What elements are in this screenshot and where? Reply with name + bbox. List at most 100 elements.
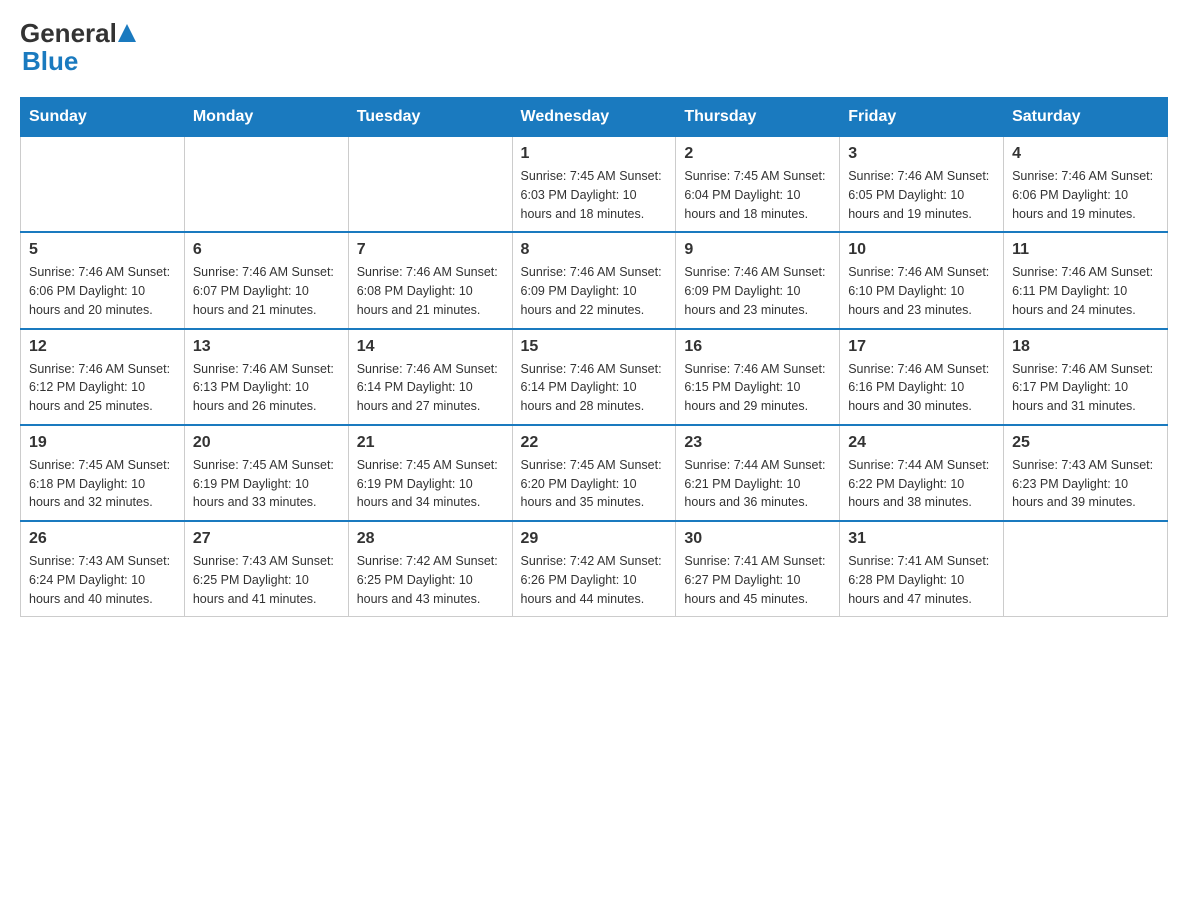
day-info: Sunrise: 7:46 AM Sunset: 6:05 PM Dayligh… bbox=[848, 167, 995, 223]
table-row: 9Sunrise: 7:46 AM Sunset: 6:09 PM Daylig… bbox=[676, 232, 840, 328]
day-info: Sunrise: 7:45 AM Sunset: 6:19 PM Dayligh… bbox=[357, 456, 504, 512]
day-number: 20 bbox=[193, 434, 340, 452]
table-row: 3 Sunrise: 7:46 AM Sunset: 6:05 PM Daylig… bbox=[840, 137, 1004, 233]
day-info: Sunrise: 7:42 AM Sunset: 6:26 PM Dayligh… bbox=[521, 552, 668, 608]
calendar-week-row: 1 Sunrise: 7:45 AM Sunset: 6:03 PM Daylig… bbox=[21, 137, 1168, 233]
day-info: Sunrise: 7:41 AM Sunset: 6:27 PM Dayligh… bbox=[684, 552, 831, 608]
day-number: 24 bbox=[848, 434, 995, 452]
day-number: 31 bbox=[848, 530, 995, 548]
day-info: Sunrise: 7:44 AM Sunset: 6:21 PM Dayligh… bbox=[684, 456, 831, 512]
day-number: 28 bbox=[357, 530, 504, 548]
table-row: 1 Sunrise: 7:45 AM Sunset: 6:03 PM Daylig… bbox=[512, 137, 676, 233]
day-number: 11 bbox=[1012, 241, 1159, 259]
col-thursday: Thursday bbox=[676, 98, 840, 137]
table-row bbox=[1004, 521, 1168, 617]
table-row bbox=[348, 137, 512, 233]
day-number: 7 bbox=[357, 241, 504, 259]
table-row: 18 Sunrise: 7:46 AM Sunset: 6:17 PM Dayli… bbox=[1004, 329, 1168, 425]
col-sunday: Sunday bbox=[21, 98, 185, 137]
day-number: 15 bbox=[521, 338, 668, 356]
day-info: Sunrise: 7:46 AM Sunset: 6:12 PM Dayligh… bbox=[29, 360, 176, 416]
table-row: 6 Sunrise: 7:46 AM Sunset: 6:07 PM Daylig… bbox=[184, 232, 348, 328]
table-row: 20 Sunrise: 7:45 AM Sunset: 6:19 PM Dayli… bbox=[184, 425, 348, 521]
day-info: Sunrise: 7:46 AM Sunset: 6:14 PM Dayligh… bbox=[357, 360, 504, 416]
table-row: 22 Sunrise: 7:45 AM Sunset: 6:20 PM Dayli… bbox=[512, 425, 676, 521]
logo-triangle-icon bbox=[118, 24, 136, 42]
col-saturday: Saturday bbox=[1004, 98, 1168, 137]
table-row: 11 Sunrise: 7:46 AM Sunset: 6:11 PM Dayli… bbox=[1004, 232, 1168, 328]
day-number: 5 bbox=[29, 241, 176, 259]
day-number: 26 bbox=[29, 530, 176, 548]
day-number: 21 bbox=[357, 434, 504, 452]
day-info: Sunrise: 7:45 AM Sunset: 6:19 PM Dayligh… bbox=[193, 456, 340, 512]
table-row: 12 Sunrise: 7:46 AM Sunset: 6:12 PM Dayli… bbox=[21, 329, 185, 425]
day-info: Sunrise: 7:44 AM Sunset: 6:22 PM Dayligh… bbox=[848, 456, 995, 512]
day-info: Sunrise: 7:45 AM Sunset: 6:18 PM Dayligh… bbox=[29, 456, 176, 512]
table-row: 29Sunrise: 7:42 AM Sunset: 6:26 PM Dayli… bbox=[512, 521, 676, 617]
day-info: Sunrise: 7:46 AM Sunset: 6:09 PM Dayligh… bbox=[684, 263, 831, 319]
day-number: 1 bbox=[521, 145, 668, 163]
table-row: 28 Sunrise: 7:42 AM Sunset: 6:25 PM Dayli… bbox=[348, 521, 512, 617]
day-info: Sunrise: 7:42 AM Sunset: 6:25 PM Dayligh… bbox=[357, 552, 504, 608]
day-info: Sunrise: 7:46 AM Sunset: 6:16 PM Dayligh… bbox=[848, 360, 995, 416]
day-info: Sunrise: 7:43 AM Sunset: 6:25 PM Dayligh… bbox=[193, 552, 340, 608]
day-number: 2 bbox=[684, 145, 831, 163]
day-number: 13 bbox=[193, 338, 340, 356]
calendar-header-row: Sunday Monday Tuesday Wednesday Thursday… bbox=[21, 98, 1168, 137]
day-info: Sunrise: 7:46 AM Sunset: 6:13 PM Dayligh… bbox=[193, 360, 340, 416]
page-header: General Blue bbox=[20, 20, 1168, 77]
table-row: 17 Sunrise: 7:46 AM Sunset: 6:16 PM Dayli… bbox=[840, 329, 1004, 425]
day-number: 17 bbox=[848, 338, 995, 356]
day-info: Sunrise: 7:46 AM Sunset: 6:15 PM Dayligh… bbox=[684, 360, 831, 416]
day-number: 23 bbox=[684, 434, 831, 452]
table-row: 19 Sunrise: 7:45 AM Sunset: 6:18 PM Dayli… bbox=[21, 425, 185, 521]
day-info: Sunrise: 7:46 AM Sunset: 6:17 PM Dayligh… bbox=[1012, 360, 1159, 416]
day-number: 16 bbox=[684, 338, 831, 356]
calendar-table: Sunday Monday Tuesday Wednesday Thursday… bbox=[20, 97, 1168, 617]
day-info: Sunrise: 7:46 AM Sunset: 6:10 PM Dayligh… bbox=[848, 263, 995, 319]
day-info: Sunrise: 7:46 AM Sunset: 6:14 PM Dayligh… bbox=[521, 360, 668, 416]
day-info: Sunrise: 7:41 AM Sunset: 6:28 PM Dayligh… bbox=[848, 552, 995, 608]
table-row: 14 Sunrise: 7:46 AM Sunset: 6:14 PM Dayli… bbox=[348, 329, 512, 425]
table-row: 24 Sunrise: 7:44 AM Sunset: 6:22 PM Dayli… bbox=[840, 425, 1004, 521]
table-row: 23 Sunrise: 7:44 AM Sunset: 6:21 PM Dayli… bbox=[676, 425, 840, 521]
day-info: Sunrise: 7:45 AM Sunset: 6:03 PM Dayligh… bbox=[521, 167, 668, 223]
col-tuesday: Tuesday bbox=[348, 98, 512, 137]
logo-text-general: General bbox=[20, 20, 117, 46]
table-row bbox=[21, 137, 185, 233]
col-monday: Monday bbox=[184, 98, 348, 137]
day-number: 22 bbox=[521, 434, 668, 452]
day-number: 6 bbox=[193, 241, 340, 259]
table-row: 25 Sunrise: 7:43 AM Sunset: 6:23 PM Dayli… bbox=[1004, 425, 1168, 521]
day-number: 25 bbox=[1012, 434, 1159, 452]
table-row: 26Sunrise: 7:43 AM Sunset: 6:24 PM Dayli… bbox=[21, 521, 185, 617]
table-row: 27Sunrise: 7:43 AM Sunset: 6:25 PM Dayli… bbox=[184, 521, 348, 617]
day-info: Sunrise: 7:46 AM Sunset: 6:09 PM Dayligh… bbox=[521, 263, 668, 319]
calendar-week-row: 26Sunrise: 7:43 AM Sunset: 6:24 PM Dayli… bbox=[21, 521, 1168, 617]
table-row: 10Sunrise: 7:46 AM Sunset: 6:10 PM Dayli… bbox=[840, 232, 1004, 328]
day-number: 19 bbox=[29, 434, 176, 452]
table-row: 8 Sunrise: 7:46 AM Sunset: 6:09 PM Daylig… bbox=[512, 232, 676, 328]
day-info: Sunrise: 7:43 AM Sunset: 6:23 PM Dayligh… bbox=[1012, 456, 1159, 512]
day-number: 3 bbox=[848, 145, 995, 163]
day-info: Sunrise: 7:46 AM Sunset: 6:11 PM Dayligh… bbox=[1012, 263, 1159, 319]
table-row: 5Sunrise: 7:46 AM Sunset: 6:06 PM Daylig… bbox=[21, 232, 185, 328]
table-row: 2 Sunrise: 7:45 AM Sunset: 6:04 PM Daylig… bbox=[676, 137, 840, 233]
day-number: 12 bbox=[29, 338, 176, 356]
table-row: 4 Sunrise: 7:46 AM Sunset: 6:06 PM Daylig… bbox=[1004, 137, 1168, 233]
table-row: 13 Sunrise: 7:46 AM Sunset: 6:13 PM Dayli… bbox=[184, 329, 348, 425]
table-row: 31 Sunrise: 7:41 AM Sunset: 6:28 PM Dayli… bbox=[840, 521, 1004, 617]
day-info: Sunrise: 7:46 AM Sunset: 6:07 PM Dayligh… bbox=[193, 263, 340, 319]
day-number: 14 bbox=[357, 338, 504, 356]
logo: General Blue bbox=[20, 20, 137, 77]
table-row: 15 Sunrise: 7:46 AM Sunset: 6:14 PM Dayli… bbox=[512, 329, 676, 425]
day-number: 4 bbox=[1012, 145, 1159, 163]
col-wednesday: Wednesday bbox=[512, 98, 676, 137]
table-row: 30 Sunrise: 7:41 AM Sunset: 6:27 PM Dayli… bbox=[676, 521, 840, 617]
day-number: 8 bbox=[521, 241, 668, 259]
day-number: 30 bbox=[684, 530, 831, 548]
day-info: Sunrise: 7:45 AM Sunset: 6:04 PM Dayligh… bbox=[684, 167, 831, 223]
day-info: Sunrise: 7:45 AM Sunset: 6:20 PM Dayligh… bbox=[521, 456, 668, 512]
day-info: Sunrise: 7:46 AM Sunset: 6:06 PM Dayligh… bbox=[1012, 167, 1159, 223]
day-number: 18 bbox=[1012, 338, 1159, 356]
